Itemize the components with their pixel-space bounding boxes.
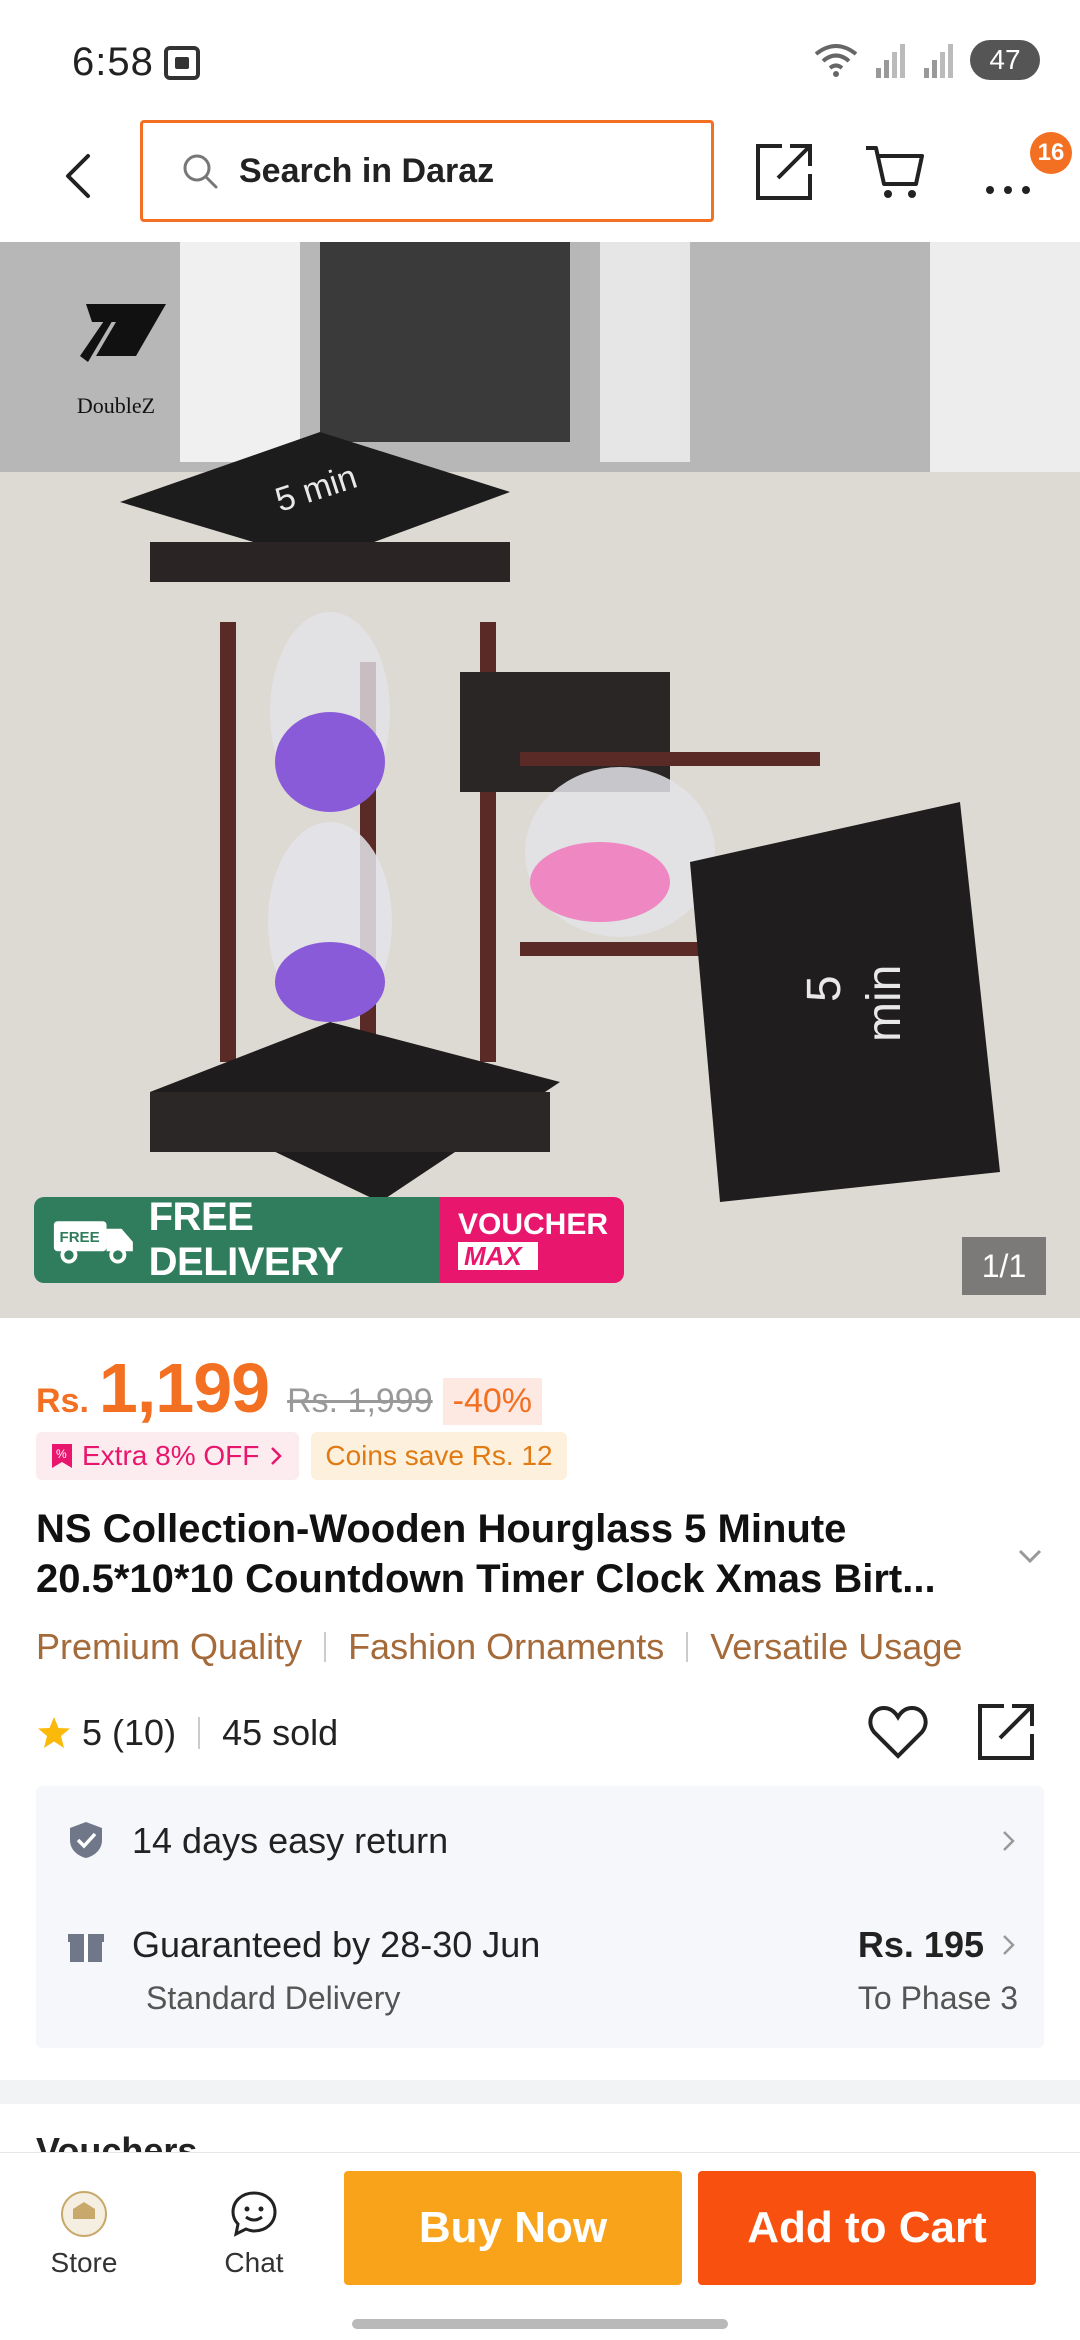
delivery-price: Rs. 195: [857, 1924, 984, 1965]
svg-text:%: %: [56, 1447, 67, 1461]
back-arrow-icon[interactable]: [48, 144, 112, 208]
free-delivery-label: FREE FREE DELIVERY: [34, 1197, 440, 1283]
rating-divider: [198, 1717, 201, 1749]
tag-divider: [324, 1632, 327, 1662]
extra-off-promo[interactable]: % Extra 8% OFF: [36, 1432, 300, 1480]
delivery-row[interactable]: Guaranteed by 28-30 Jun Standard Deliver…: [36, 1898, 1044, 2048]
search-placeholder: Search in Daraz: [239, 151, 495, 190]
wishlist-heart-icon[interactable]: [866, 1700, 930, 1764]
search-input[interactable]: Search in Daraz: [140, 120, 714, 222]
sold-count: 45 sold: [222, 1712, 339, 1753]
signal-icon: [876, 44, 905, 78]
share-icon[interactable]: [752, 138, 818, 204]
delivery-zone-text: To Phase 3: [857, 1980, 1018, 2016]
free-delivery-banner: FREE FREE DELIVERY VOUCHER MAX: [34, 1197, 624, 1283]
battery-icon: 47: [970, 40, 1040, 80]
brand-logo: DoubleZ: [56, 298, 176, 418]
review-count: (10): [112, 1712, 177, 1753]
store-button[interactable]: Store: [24, 2189, 144, 2279]
wifi-icon: [814, 44, 858, 77]
rating-value: 5: [82, 1712, 103, 1753]
search-icon: [183, 154, 218, 189]
voucher-icon: %: [52, 1444, 72, 1468]
chat-label: Chat: [224, 2247, 284, 2278]
discount-badge: -40%: [442, 1378, 542, 1425]
chevron-right-icon: [1003, 1831, 1015, 1851]
screen-record-icon: [164, 46, 200, 80]
current-price: 1,199: [98, 1349, 270, 1427]
status-icons: 47: [812, 40, 1040, 80]
star-icon: [38, 1717, 70, 1748]
share-icon[interactable]: [974, 1698, 1040, 1764]
free-delivery-text: FREE DELIVERY: [148, 1197, 344, 1283]
delivery-type-text: Standard Delivery: [146, 1980, 401, 2016]
return-policy-row[interactable]: 14 days easy return: [36, 1786, 1044, 1896]
tag-divider: [686, 1632, 689, 1662]
store-label: Store: [50, 2247, 118, 2278]
cart-badge: 16: [1030, 132, 1072, 174]
rating-row[interactable]: 5 (10) 45 sold: [36, 1712, 338, 1754]
return-policy-text: 14 days easy return: [132, 1820, 449, 1861]
price-row: Rs. 1,199 Rs. 1,999 -40%: [36, 1348, 542, 1428]
gift-box-icon: [68, 1934, 104, 1962]
add-to-cart-button[interactable]: Add to Cart: [698, 2171, 1036, 2285]
chevron-down-icon[interactable]: [1012, 1538, 1048, 1574]
chat-button[interactable]: Chat: [194, 2189, 314, 2279]
delivery-guarantee-text: Guaranteed by 28-30 Jun: [132, 1924, 541, 1965]
voucher-max-label: VOUCHER MAX: [440, 1197, 624, 1283]
svg-text:min: min: [858, 965, 911, 1042]
top-header: Search in Daraz 16: [0, 120, 1080, 242]
free-tag-text: FREE: [60, 1229, 100, 1246]
promotions-row: % Extra 8% OFF Coins save Rs. 12: [36, 1432, 567, 1480]
signal-icon-2: [924, 44, 953, 78]
extra-off-text: Extra 8% OFF: [82, 1440, 260, 1471]
buy-now-button[interactable]: Buy Now: [344, 2171, 682, 2285]
status-time: 6:58: [72, 40, 154, 84]
coins-promo: Coins save Rs. 12: [311, 1432, 567, 1480]
tag-versatile-usage: Versatile Usage: [710, 1626, 963, 1667]
max-text: MAX: [458, 1242, 538, 1270]
store-logo-icon: [61, 2191, 107, 2237]
delivery-truck-icon: FREE: [53, 1221, 133, 1264]
brand-name: DoubleZ: [76, 393, 156, 418]
product-tags: Premium Quality Fashion Ornaments Versat…: [36, 1626, 962, 1668]
status-bar: 6:58 47: [0, 0, 1080, 120]
shield-check-icon: [70, 1822, 102, 1858]
cart-icon[interactable]: [862, 138, 928, 204]
service-info-box: 14 days easy return Guaranteed by 28-30 …: [36, 1786, 1044, 2048]
product-image[interactable]: 5 min 5 min DoubleZ FREE FREE DELIVERY V…: [0, 242, 1080, 1318]
chevron-right-icon: [271, 1447, 283, 1465]
home-indicator: [352, 2319, 728, 2329]
chevron-right-icon: [1003, 1935, 1015, 1955]
tag-fashion-ornaments: Fashion Ornaments: [348, 1626, 665, 1667]
bottom-action-bar: Store Chat Buy Now Add to Cart: [0, 2152, 1080, 2340]
product-title[interactable]: NS Collection-Wooden Hourglass 5 Minute …: [36, 1504, 1006, 1604]
chat-icon: [231, 2191, 277, 2237]
section-divider: [0, 2080, 1080, 2104]
price-currency: Rs.: [36, 1382, 89, 1420]
image-counter: 1/1: [962, 1237, 1046, 1295]
original-price: Rs. 1,999: [287, 1382, 433, 1420]
svg-text:5: 5: [798, 975, 851, 1002]
brand-logo-mark: [80, 304, 166, 362]
voucher-text: VOUCHER: [458, 1208, 609, 1241]
tag-premium-quality: Premium Quality: [36, 1626, 303, 1667]
